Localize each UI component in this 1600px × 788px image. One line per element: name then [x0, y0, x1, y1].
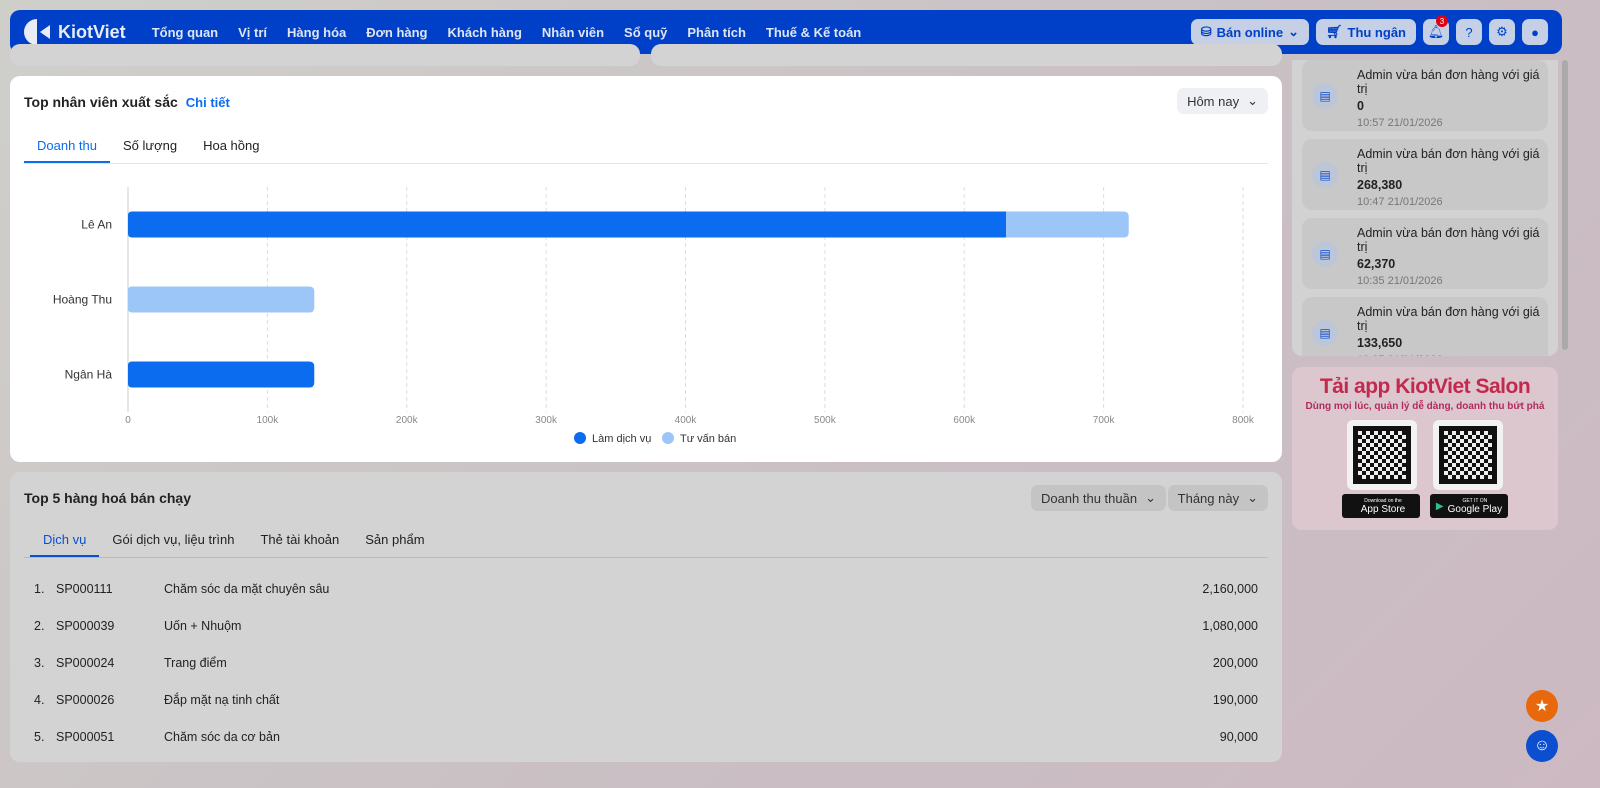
favorite-button[interactable]: ★ [1526, 690, 1558, 722]
staff-tabs: Doanh thu Số lượng Hoa hồng [24, 130, 1268, 164]
bar-làm-dịch-vụ [128, 211, 1007, 238]
legend-label: Làm dịch vụ [592, 433, 651, 445]
x-tick-label: 500k [814, 415, 837, 426]
activity-item[interactable]: ▤ Admin vừa bán đơn hàng với giá trị 0 10:5… [1302, 60, 1548, 131]
document-icon: ▤ [1312, 320, 1338, 346]
headset-icon: ☺ [1533, 737, 1551, 754]
feed-scrollbar[interactable] [1562, 60, 1568, 350]
tab-services[interactable]: Dịch vụ [30, 524, 100, 557]
metric-dropdown[interactable]: Doanh thu thuần ⌄ [1030, 485, 1166, 511]
notification-badge: 3 [1436, 15, 1448, 27]
tab-account-cards[interactable]: Thẻ tài khoản [247, 524, 352, 557]
activity-item[interactable]: ▤ Admin vừa bán đơn hàng với giá trị 133,6… [1302, 297, 1548, 356]
cart-icon: 🛒︎ [1325, 24, 1343, 39]
support-button[interactable]: ☺ [1526, 730, 1558, 762]
table-row[interactable]: 4. SP000026 Đắp mặt nạ tinh chất 190,000 [24, 681, 1268, 718]
help-icon: ? [1465, 24, 1473, 40]
product-tabs: Dịch vụ Gói dịch vụ, liệu trình Thẻ tài … [24, 524, 1268, 558]
logo-icon [24, 19, 50, 45]
x-tick-label: 0 [125, 415, 131, 426]
detail-link[interactable]: Chi tiết [186, 95, 230, 110]
document-icon: ▤ [1312, 241, 1338, 267]
top-staff-title: Top nhân viên xuất sắc [24, 94, 178, 110]
promo-subtitle: Dùng mọi lúc, quản lý dễ dàng, doanh thu… [1305, 401, 1545, 412]
tab-products[interactable]: Sản phẩm [352, 524, 437, 557]
star-icon: ★ [1534, 698, 1550, 715]
activity-item[interactable]: ▤ Admin vừa bán đơn hàng với giá trị 268,3… [1302, 139, 1548, 210]
top-products-table: 1. SP000111 Chăm sóc da mặt chuyên sâu 2,16… [24, 570, 1268, 755]
bar-làm-dịch-vụ [128, 361, 315, 388]
appstore-button[interactable]: Download on the App Store [1342, 494, 1420, 518]
staff-bar-chart: 0 100k 200k 300k 400k 500k 600k 700k 800k Lê An Ho… [53, 187, 1255, 445]
table-row[interactable]: 5. SP000051 Chăm sóc da cơ bản 90,000 [24, 718, 1268, 755]
activity-feed[interactable]: ▤ Admin vừa bán đơn hàng với giá trị 0 10:5… [1292, 60, 1558, 356]
kiotviet-logo[interactable]: KiotViet [24, 19, 126, 45]
document-icon: ▤ [1312, 83, 1338, 109]
chevron-down-icon: ⌄ [1288, 24, 1299, 39]
avatar[interactable]: ● [1522, 19, 1548, 45]
top-products-card: Top 5 hàng hoá bán chạy Doanh thu thuần ⌄… [10, 472, 1282, 762]
x-tick-label: 700k [1093, 415, 1116, 426]
period-dropdown[interactable]: Hôm nay ⌄ [1177, 88, 1268, 114]
y-category-label: Ngân Hà [65, 368, 113, 382]
x-tick-label: 300k [535, 415, 558, 426]
bar-tư-vấn-bán [1006, 211, 1129, 238]
gear-icon: ⚙ [1496, 24, 1508, 39]
x-tick-label: 200k [396, 415, 419, 426]
app-promo-banner[interactable]: Tải app KiotViet Salon Dùng mọi lúc, quả… [1292, 367, 1558, 530]
legend-marker [662, 432, 674, 444]
x-tick-label: 100k [257, 415, 280, 426]
play-icon: ▶ [1435, 500, 1444, 512]
gplay-qr-code [1433, 420, 1503, 490]
bar-tư-vấn-bán [128, 286, 315, 313]
cashier-button[interactable]: 🛒︎ Thu ngân [1315, 19, 1416, 45]
tab-quantity[interactable]: Số lượng [110, 130, 190, 163]
table-row[interactable]: 3. SP000024 Trang điểm 200,000 [24, 644, 1268, 681]
chevron-down-icon: ⌄ [1145, 490, 1156, 505]
y-category-label: Hoàng Thu [53, 293, 112, 307]
legend-label: Tư vấn bán [680, 433, 736, 445]
activity-item[interactable]: ▤ Admin vừa bán đơn hàng với giá trị 62,37… [1302, 218, 1548, 289]
y-category-label: Lê An [81, 218, 112, 232]
table-row[interactable]: 1. SP000111 Chăm sóc da mặt chuyên sâu 2,16… [24, 570, 1268, 607]
google-play-button[interactable]: ▶ GET IT ON Google Play [1430, 494, 1508, 518]
notification-button[interactable]: 🔔︎ 3 [1423, 15, 1449, 45]
chevron-down-icon: ⌄ [1247, 490, 1258, 505]
top-staff-card: Top nhân viên xuất sắc Chi tiết Hôm nay ⌄ … [10, 76, 1282, 462]
summary-card-left [10, 44, 640, 66]
x-tick-label: 800k [1232, 415, 1255, 426]
sell-online-button[interactable]: ⛁ Bán online ⌄ [1190, 19, 1309, 45]
user-icon: ● [1531, 24, 1539, 40]
table-row[interactable]: 2. SP000039 Uốn + Nhuộm 1,080,000 [24, 607, 1268, 644]
promo-title: Tải app KiotViet Salon [1319, 375, 1531, 398]
summary-card-right [651, 44, 1282, 66]
settings-button[interactable]: ⚙ [1489, 19, 1515, 45]
x-tick-label: 600k [953, 415, 976, 426]
legend-marker [574, 432, 586, 444]
tab-packages[interactable]: Gói dịch vụ, liệu trình [99, 524, 247, 557]
shop-bag-icon: ⛁ [1200, 24, 1212, 39]
tab-commission[interactable]: Hoa hồng [190, 130, 272, 163]
chevron-down-icon: ⌄ [1247, 93, 1258, 108]
product-period-dropdown[interactable]: Tháng này ⌄ [1167, 485, 1268, 511]
x-tick-label: 400k [675, 415, 698, 426]
help-button[interactable]: ? [1456, 19, 1482, 45]
tab-revenue[interactable]: Doanh thu [24, 130, 110, 163]
document-icon: ▤ [1312, 162, 1338, 188]
appstore-qr-code [1347, 420, 1417, 490]
